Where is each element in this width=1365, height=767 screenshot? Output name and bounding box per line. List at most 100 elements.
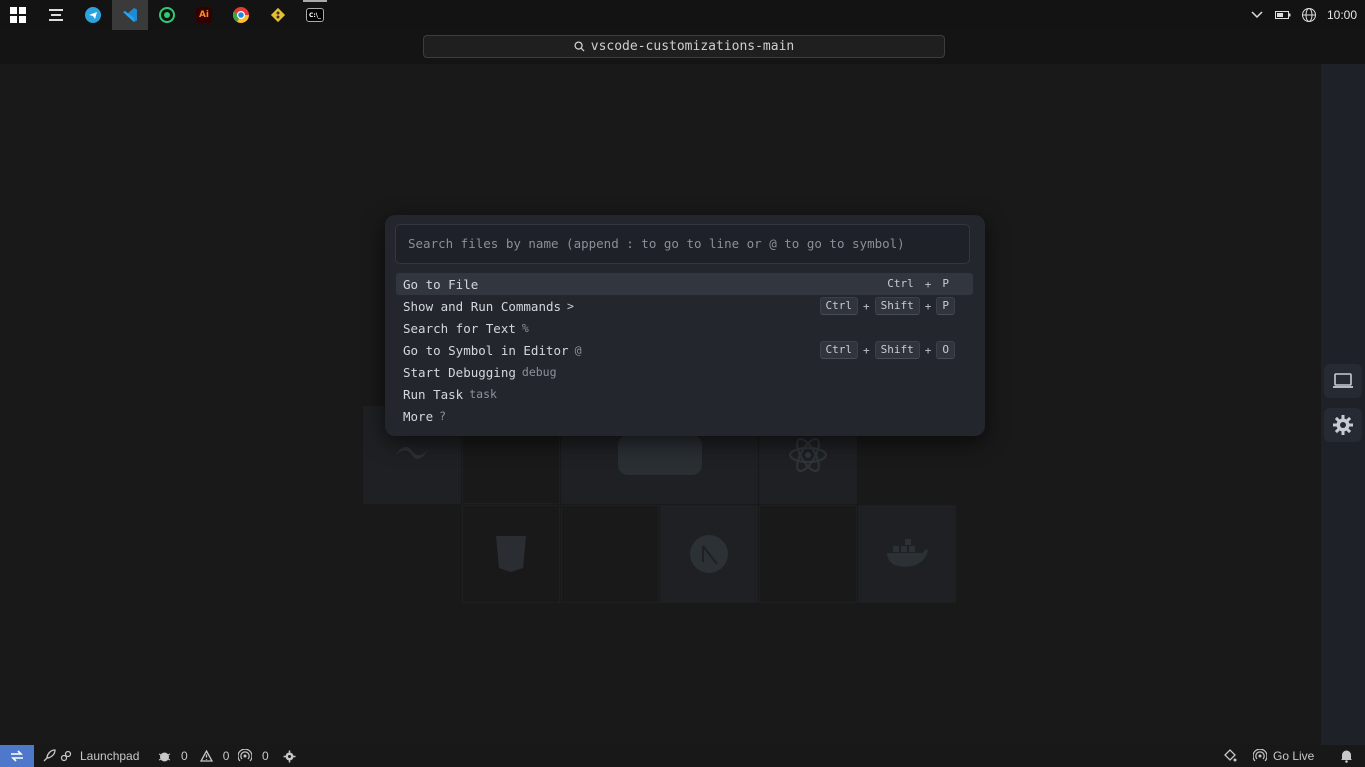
html5-logo-icon: [496, 536, 526, 572]
secondary-side-bar: [1321, 64, 1365, 745]
errors-count: 0: [181, 749, 188, 763]
warning-icon: [199, 750, 213, 762]
title-bar: vscode-customizations-main: [0, 30, 1365, 64]
vscode-app-icon: [123, 8, 137, 22]
launchpad-label: Launchpad: [80, 749, 140, 763]
quick-pick-item-go-to-file[interactable]: Go to File Ctrl + P: [396, 273, 973, 295]
item-prefix-hint: debug: [521, 365, 557, 379]
go-live-button[interactable]: Go Live: [1253, 745, 1314, 767]
docker-logo-icon: [887, 539, 928, 567]
item-prefix-hint: ?: [439, 409, 447, 423]
chevron-up-icon[interactable]: [1249, 7, 1265, 23]
background-tile: [660, 505, 758, 603]
quick-pick-item-start-debugging[interactable]: Start Debugging debug: [396, 361, 973, 383]
key-separator: +: [863, 299, 870, 313]
ports-button[interactable]: 0: [238, 745, 269, 767]
keybinding: Ctrl + Shift + O: [819, 341, 955, 359]
warnings-count: 0: [222, 749, 230, 763]
taskbar-app-telegram[interactable]: [75, 0, 111, 30]
gear-icon: [1333, 415, 1353, 435]
quick-pick-item-search-text[interactable]: Search for Text %: [396, 317, 973, 339]
item-label: Show and Run Commands: [403, 298, 562, 314]
rocket-icon: [43, 749, 56, 762]
nextjs-logo-icon: [690, 535, 728, 573]
key-ctrl: Ctrl: [819, 297, 858, 315]
key-separator: +: [924, 343, 932, 357]
taskbar-app-terminal[interactable]: C:\_: [297, 0, 333, 30]
quick-pick-item-run-task[interactable]: Run Task task: [396, 383, 973, 405]
search-icon: [574, 41, 585, 52]
background-tile: [858, 505, 956, 603]
item-label: Start Debugging: [403, 364, 516, 380]
paint-bucket-button[interactable]: [1223, 745, 1237, 767]
remote-arrows-icon: [11, 750, 23, 762]
tailwind-logo-icon: [396, 446, 428, 459]
cursor-app-icon: [49, 9, 63, 21]
error-bug-icon: [158, 752, 171, 761]
adobe-illustrator-app-icon: Ai: [196, 7, 212, 23]
remote-explorer-button[interactable]: [1324, 364, 1362, 398]
taskbar-app-cursor[interactable]: [38, 0, 74, 30]
key-separator: +: [924, 299, 932, 313]
key-shift: Shift: [874, 341, 920, 359]
keybinding: Ctrl + Shift + P: [819, 297, 955, 315]
key-p: P: [942, 277, 949, 290]
taskbar-app-git[interactable]: [260, 0, 296, 30]
clock[interactable]: 10:00: [1327, 8, 1357, 22]
quick-open-input[interactable]: Search files by name (append : to go to …: [395, 224, 970, 264]
taskbar-app-chrome[interactable]: [223, 0, 259, 30]
ports-count: 0: [262, 749, 269, 763]
terminal-app-icon: C:\_: [306, 8, 324, 22]
broadcast-icon: [238, 749, 252, 762]
telegram-app-icon: [85, 7, 101, 23]
key-p: P: [936, 297, 955, 315]
taskbar-app-whatsapp[interactable]: [149, 0, 185, 30]
windows-taskbar: Ai C:\_ 10:00: [0, 0, 1365, 30]
link-icon: [60, 750, 72, 762]
background-tile: [759, 505, 857, 603]
command-center-search[interactable]: vscode-customizations-main: [423, 35, 945, 58]
quick-pick-item-show-run-commands[interactable]: Show and Run Commands > Ctrl + Shift + P: [396, 295, 973, 317]
item-prefix-hint: >: [567, 299, 574, 313]
paint-bucket-icon: [1224, 749, 1237, 762]
key-ctrl: Ctrl: [887, 277, 914, 290]
debug-button[interactable]: [283, 745, 296, 767]
quick-pick-widget: Search files by name (append : to go to …: [385, 215, 985, 436]
item-prefix-hint: @: [574, 343, 582, 357]
key-shift: Shift: [874, 297, 920, 315]
launchpad-button[interactable]: Launchpad: [42, 745, 139, 767]
running-indicator: [303, 0, 327, 2]
quick-pick-item-more[interactable]: More ?: [396, 405, 973, 427]
status-bar: Launchpad 0 0 0 Go Live: [0, 745, 1365, 767]
laptop-icon: [1333, 373, 1353, 388]
keybinding: Ctrl + P: [881, 275, 955, 293]
react-logo-icon: [789, 438, 827, 472]
item-label: Go to File: [403, 276, 479, 292]
workspace-name: vscode-customizations-main: [590, 39, 795, 54]
globe-icon[interactable]: [1301, 7, 1317, 23]
broadcast-icon: [1253, 749, 1267, 762]
taskbar-app-vscode[interactable]: [112, 0, 148, 30]
notifications-button[interactable]: [1340, 745, 1353, 767]
item-prefix-hint: %: [521, 321, 529, 335]
windows-start-button[interactable]: [0, 0, 36, 30]
gear-bug-icon: [283, 750, 296, 762]
manage-settings-button[interactable]: [1324, 408, 1362, 442]
key-o: O: [936, 341, 955, 359]
key-ctrl: Ctrl: [819, 341, 858, 359]
system-tray: 10:00: [1249, 0, 1365, 30]
background-tile: [561, 505, 659, 603]
go-live-label: Go Live: [1273, 749, 1315, 763]
item-prefix-hint: task: [469, 387, 497, 401]
problems-button[interactable]: 0 0: [158, 745, 229, 767]
quick-pick-item-go-to-symbol[interactable]: Go to Symbol in Editor @ Ctrl + Shift + …: [396, 339, 973, 361]
taskbar-app-illustrator[interactable]: Ai: [186, 0, 222, 30]
windows-start-icon: [10, 7, 26, 23]
remote-indicator-button[interactable]: [0, 745, 34, 767]
bell-icon: [1341, 750, 1352, 763]
key-separator: +: [863, 343, 870, 357]
item-label: Run Task: [403, 386, 464, 402]
battery-icon[interactable]: [1274, 7, 1291, 23]
item-label: Go to Symbol in Editor: [403, 342, 569, 358]
background-tile: [462, 505, 560, 603]
